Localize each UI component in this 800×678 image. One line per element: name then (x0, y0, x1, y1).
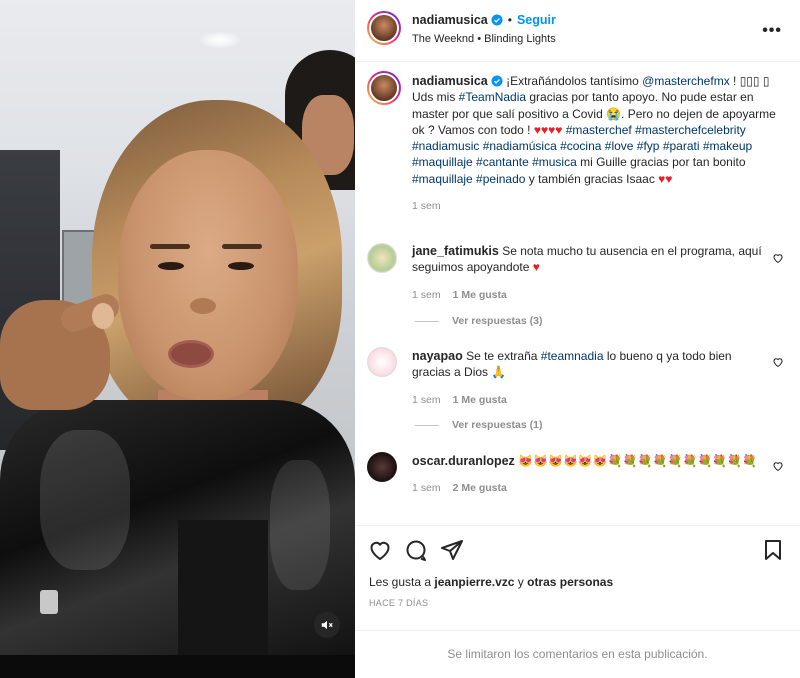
avatar-image (369, 73, 399, 103)
audio-line[interactable]: The Weeknd • Blinding Lights (412, 33, 556, 45)
comment-time[interactable]: 1 sem (412, 482, 441, 494)
comment-time[interactable]: 1 sem (412, 289, 441, 301)
comments-limited-notice: Se limitaron los comentarios en esta pub… (355, 630, 800, 678)
jacket-zipper (40, 590, 58, 614)
jacket-highlight (40, 430, 130, 570)
comments-scroll-area[interactable]: nadiamusica ¡Extrañándolos tantísimo @ma… (355, 63, 800, 525)
heart-emojis: ♥♥ (658, 171, 673, 186)
verified-badge-icon (491, 14, 503, 26)
comment-username[interactable]: nayapao (412, 349, 463, 363)
post-date[interactable]: HACE 7 DÍAS (369, 598, 428, 608)
commenter-avatar[interactable] (367, 243, 397, 273)
verified-badge-icon (491, 75, 503, 87)
author-avatar[interactable] (367, 11, 401, 45)
audio-separator: • (477, 33, 482, 45)
audio-artist: The Weeknd (412, 33, 475, 45)
heart-icon[interactable] (368, 538, 392, 562)
avatar-image (369, 13, 399, 43)
follow-button[interactable]: Seguir (517, 13, 556, 27)
comment-time[interactable]: 1 sem (412, 394, 441, 406)
like-comment-heart-icon[interactable] (772, 252, 784, 264)
caption-text: ¡Extrañándolos tantísimo (506, 74, 643, 88)
ceiling-light (200, 32, 240, 48)
likes-summary: Les gusta a jeanpierre.vzc y otras perso… (369, 575, 613, 589)
heart-emoji: ♥ (532, 260, 540, 275)
author-username[interactable]: nadiamusica (412, 13, 488, 27)
commenter-avatar[interactable] (367, 452, 397, 482)
hashtag-link[interactable]: #maquillaje (412, 172, 473, 186)
comment-likes[interactable]: 1 Me gusta (453, 394, 507, 406)
likes-user[interactable]: jeanpierre.vzc (434, 575, 514, 589)
caption-username[interactable]: nadiamusica (412, 74, 488, 88)
comment-item: oscar.duranlopez 😻😻😻😻😻😻💐💐💐💐💐💐💐💐💐💐 1 sem 2… (412, 453, 772, 497)
caption-time[interactable]: 1 sem (412, 200, 441, 212)
comment-text: 😻😻😻😻😻😻💐💐💐💐💐💐💐💐💐💐 (518, 454, 758, 468)
replies-divider (415, 321, 439, 322)
comment-username[interactable]: oscar.duranlopez (412, 454, 515, 468)
right-brow (222, 244, 262, 249)
subject-mouth (168, 340, 214, 368)
like-comment-heart-icon[interactable] (772, 356, 784, 368)
likes-middle: y (514, 575, 528, 589)
media-bottom-strip (0, 655, 355, 678)
hashtag-link[interactable]: #teamnadia (541, 349, 604, 363)
bookmark-icon[interactable] (761, 538, 785, 562)
black-shirt (178, 520, 268, 655)
replies-divider (415, 425, 439, 426)
caption-avatar[interactable] (367, 71, 401, 105)
like-comment-heart-icon[interactable] (772, 460, 784, 472)
likes-others[interactable]: otras personas (527, 575, 613, 589)
likes-prefix: Les gusta a (369, 575, 435, 589)
post-media[interactable] (0, 0, 355, 678)
share-icon[interactable] (440, 538, 464, 562)
left-eye (158, 262, 184, 270)
caption-text: mi Guille gracias por tan bonito (576, 155, 746, 170)
jacket-highlight (270, 460, 330, 590)
post-caption: nadiamusica ¡Extrañándolos tantísimo @ma… (412, 73, 782, 214)
header-title-row: nadiamusica • Seguir (412, 13, 556, 27)
heart-emojis: ♥♥♥♥ (533, 122, 563, 137)
view-replies-link[interactable]: Ver respuestas (3) (452, 315, 542, 327)
audio-track: Blinding Lights (484, 33, 556, 45)
separator: • (507, 13, 512, 27)
makeup-sponge (92, 303, 114, 329)
hashtag-link[interactable]: #peinado (476, 172, 525, 186)
commenter-avatar[interactable] (367, 347, 397, 377)
mute-button[interactable] (314, 612, 340, 638)
comment-text: Se te extraña (466, 349, 541, 363)
post-header: nadiamusica • Seguir The Weeknd • Blinding… (355, 0, 800, 62)
comment-likes[interactable]: 2 Me gusta (453, 482, 507, 494)
subject-nose (190, 298, 216, 314)
more-options-icon[interactable]: ••• (762, 22, 782, 40)
comment-item: nayapao Se te extraña #teamnadia lo buen… (412, 348, 772, 408)
comment-username[interactable]: jane_fatimukis (412, 244, 499, 258)
comment-likes[interactable]: 1 Me gusta (453, 289, 507, 301)
comment-item: jane_fatimukis Se nota mucho tu ausencia… (412, 243, 772, 303)
mute-icon (321, 620, 333, 630)
view-replies-link[interactable]: Ver respuestas (1) (452, 419, 542, 431)
caption-text: y también gracias Isaac (525, 171, 659, 186)
left-brow (150, 244, 190, 249)
post-panel: nadiamusica • Seguir The Weeknd • Blinding… (355, 0, 800, 678)
comment-icon[interactable] (404, 538, 428, 562)
hashtag-link[interactable]: #TeamNadia (459, 90, 526, 104)
video-frame (0, 0, 355, 655)
right-eye (228, 262, 254, 270)
mention-link[interactable]: @masterchefmx (642, 74, 730, 88)
